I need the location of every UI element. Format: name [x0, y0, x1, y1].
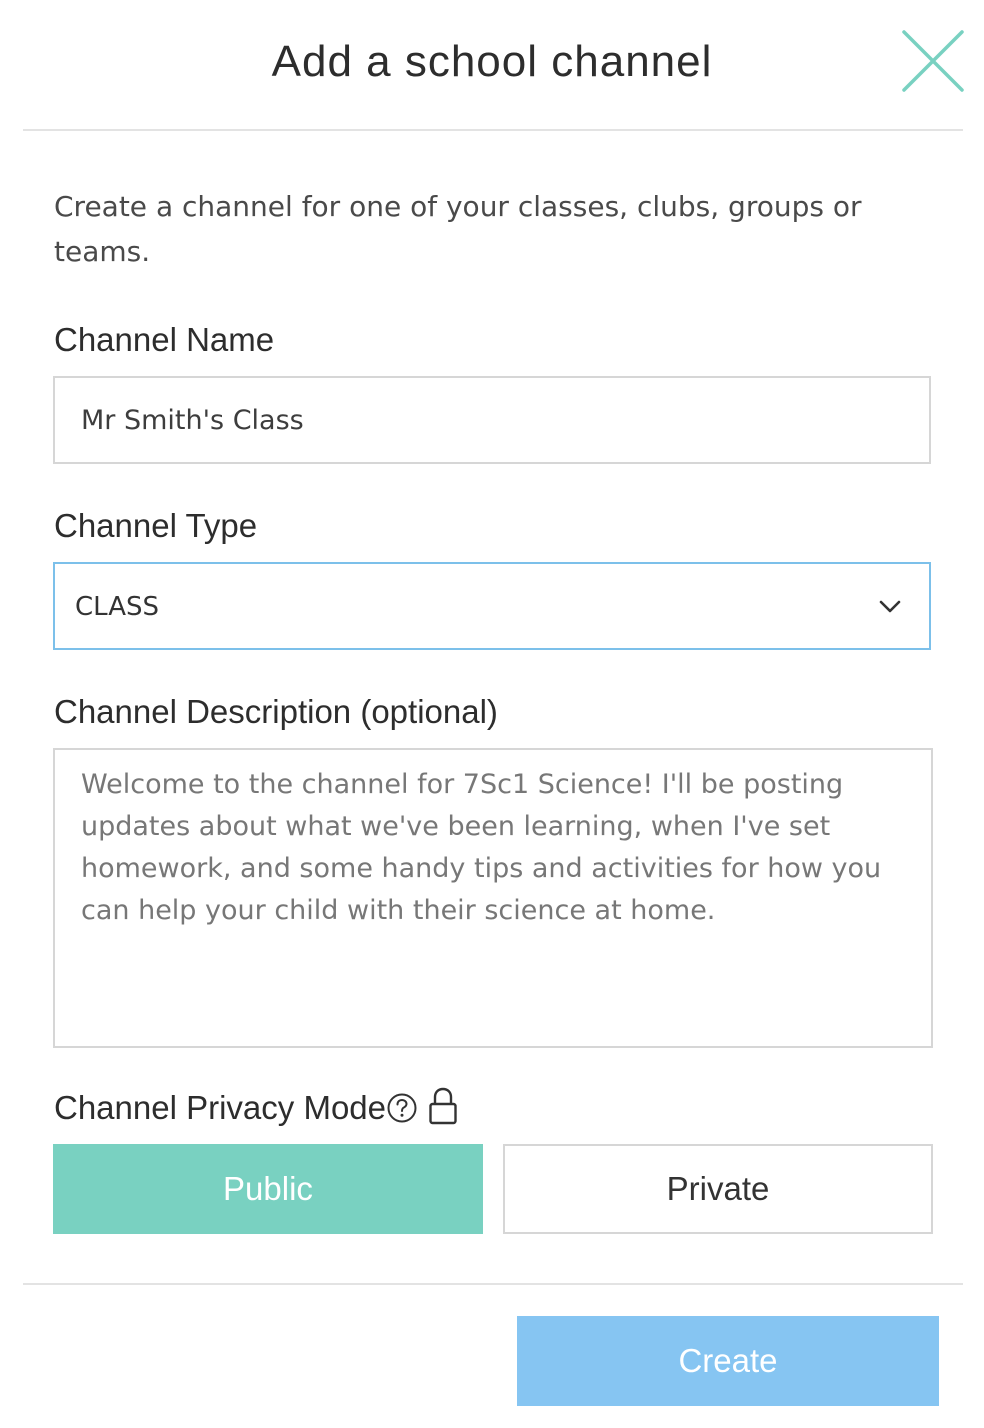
channel-type-value: CLASS: [75, 592, 160, 622]
close-icon: [902, 30, 964, 92]
lock-icon: [429, 1087, 457, 1125]
privacy-public-button[interactable]: Public: [53, 1144, 483, 1234]
create-button[interactable]: Create: [517, 1316, 939, 1406]
channel-description-value: Welcome to the channel for 7Sc1 Science!…: [81, 769, 882, 926]
privacy-private-button[interactable]: Private: [503, 1144, 933, 1234]
help-circle-icon[interactable]: [386, 1092, 418, 1124]
channel-name-value: Mr Smith's Class: [81, 405, 304, 436]
header-divider: [23, 129, 963, 131]
channel-description-textarea[interactable]: Welcome to the channel for 7Sc1 Science!…: [53, 748, 933, 1048]
channel-name-label: Channel Name: [54, 321, 275, 358]
channel-name-input[interactable]: Mr Smith's Class: [53, 376, 931, 464]
modal-header: Add a school channel: [0, 0, 984, 130]
privacy-mode-label: Channel Privacy Mode: [54, 1089, 386, 1126]
footer-divider: [23, 1283, 963, 1285]
close-button[interactable]: [900, 28, 966, 94]
modal-title: Add a school channel: [271, 37, 713, 86]
intro-text: Create a channel for one of your classes…: [54, 190, 862, 268]
channel-description-label: Channel Description (optional): [54, 693, 498, 730]
channel-type-select[interactable]: CLASS: [53, 562, 931, 650]
chevron-down-icon: [879, 600, 901, 613]
channel-type-label: Channel Type: [54, 507, 258, 544]
